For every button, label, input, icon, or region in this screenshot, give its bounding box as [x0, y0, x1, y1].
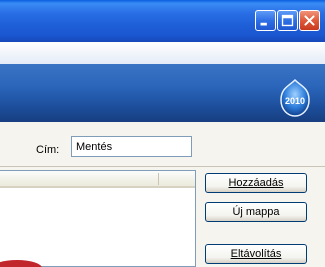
- new-folder-button[interactable]: Új mappa: [205, 202, 307, 222]
- maximize-button[interactable]: [277, 10, 298, 31]
- list-header[interactable]: [0, 171, 195, 188]
- add-button-label: Hozzáadás: [228, 177, 284, 189]
- minimize-icon: [260, 22, 267, 26]
- remove-button-label: Eltávolítás: [230, 248, 282, 260]
- dialog-window: 2010 Cím: Hozzáadás Új mappa Eltávolítás: [0, 0, 325, 267]
- add-button[interactable]: Hozzáadás: [205, 173, 307, 193]
- new-folder-button-label: Új mappa: [232, 206, 280, 218]
- close-button[interactable]: [299, 10, 320, 31]
- banner-highlight: [0, 42, 325, 64]
- title-label: Cím:: [36, 144, 60, 156]
- item-list[interactable]: [0, 170, 196, 267]
- maximize-icon: [281, 14, 294, 27]
- title-input[interactable]: [71, 136, 192, 157]
- close-icon: [304, 15, 315, 26]
- office-2010-logo: 2010: [280, 78, 310, 117]
- column-divider[interactable]: [158, 173, 159, 185]
- minimize-button[interactable]: [255, 10, 276, 31]
- title-bar[interactable]: [0, 0, 325, 42]
- svg-text:2010: 2010: [285, 96, 305, 106]
- remove-button[interactable]: Eltávolítás: [205, 244, 307, 264]
- separator: [0, 166, 325, 167]
